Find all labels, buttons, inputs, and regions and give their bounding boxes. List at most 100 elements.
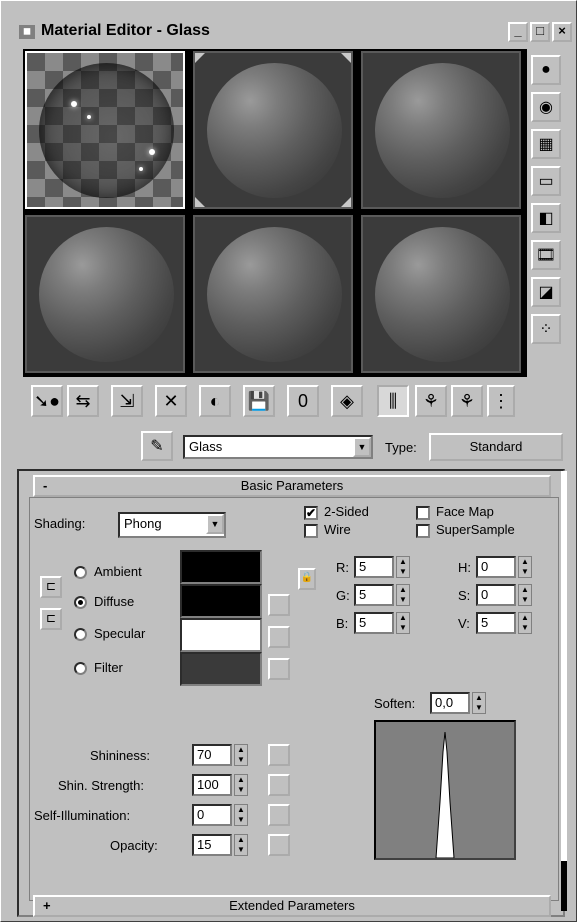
maximize-button[interactable]: □ [530,22,550,42]
title-bar[interactable]: ◼ Material Editor - Glass _ □ × [11,19,574,45]
highlight-curve-graph [435,731,455,859]
sample-slot-4[interactable] [25,215,185,373]
ambient-color-swatch[interactable] [180,550,262,584]
sphere-preview [207,227,342,362]
background-checker-icon[interactable]: ▦ [531,129,561,159]
panel-scrollbar-track[interactable] [561,471,567,911]
self-illumination-map-button[interactable] [268,804,290,826]
close-button[interactable]: × [552,22,572,42]
s-field[interactable]: 0 [476,584,516,606]
spinner-arrows-icon[interactable]: ▲ ▼ [234,744,248,766]
spinner-arrows-icon[interactable]: ▲ ▼ [396,584,410,606]
g-label: G: [336,588,350,603]
soften-label: Soften: [374,696,416,711]
spinner-arrows-icon[interactable]: ▲ ▼ [234,804,248,826]
make-copy-icon[interactable]: ◐ [199,385,231,417]
shading-value: Phong [124,516,162,531]
r-field[interactable]: 5 [354,556,394,578]
options-icon[interactable]: ◪ [531,277,561,307]
show-map-in-viewport-icon[interactable]: ◈ [331,385,363,417]
filter-color-swatch[interactable] [180,652,262,686]
shininess-field[interactable]: 70 [192,744,232,766]
sample-slots-grid [23,49,527,377]
lock-diffuse-specular-icon[interactable]: ⊏ [40,608,62,630]
backlight-icon[interactable]: ◉ [531,92,561,122]
rollout-title: Extended Parameters [229,898,355,913]
go-to-parent-icon[interactable]: ⚘ [415,385,447,417]
sample-slot-2[interactable] [193,51,353,209]
video-color-check-icon[interactable]: ◧ [531,203,561,233]
shin-strength-field[interactable]: 100 [192,774,232,796]
opacity-field[interactable]: 15 [192,834,232,856]
shininess-map-button[interactable] [268,744,290,766]
filter-map-button[interactable] [268,658,290,680]
minimize-button[interactable]: _ [508,22,528,42]
h-field[interactable]: 0 [476,556,516,578]
specular-label: Specular [94,626,146,641]
diffuse-radio[interactable] [74,596,87,609]
soften-field[interactable]: 0,0 [430,692,470,714]
chevron-down-icon[interactable]: ▼ [206,514,224,534]
material-editor-window: ◼ Material Editor - Glass _ □ × ● ◉ ▦ ▭ … [0,0,577,922]
two-sided-checkbox[interactable]: ✔ [304,506,318,520]
spinner-arrows-icon[interactable]: ▲ ▼ [518,612,532,634]
chevron-down-icon[interactable]: ▼ [353,437,371,457]
extended-parameters-rollout-header[interactable]: + Extended Parameters [33,895,551,917]
specular-map-button[interactable] [268,626,290,648]
spinner-arrows-icon[interactable]: ▲ ▼ [396,556,410,578]
panel-scrollbar-thumb[interactable] [561,861,567,911]
spinner-arrows-icon[interactable]: ▲ ▼ [518,556,532,578]
sample-slot-1[interactable] [25,51,185,209]
select-by-material-icon[interactable]: ⁘ [531,314,561,344]
spinner-arrows-icon[interactable]: ▲ ▼ [396,612,410,634]
highlight-spark [71,101,77,107]
material-type-button[interactable]: Standard [429,433,563,461]
g-field[interactable]: 5 [354,584,394,606]
specular-color-swatch[interactable] [180,618,262,652]
sample-slot-5[interactable] [193,215,353,373]
supersample-label: SuperSample [436,522,515,537]
spinner-arrows-icon[interactable]: ▲ ▼ [518,584,532,606]
basic-parameters-rollout-header[interactable]: - Basic Parameters [33,475,551,497]
opacity-map-button[interactable] [268,834,290,856]
supersample-checkbox[interactable] [416,524,430,538]
sample-type-sphere-icon[interactable]: ● [531,55,561,85]
b-field[interactable]: 5 [354,612,394,634]
wire-checkbox[interactable] [304,524,318,538]
go-forward-to-sibling-icon[interactable]: ⚘ [451,385,483,417]
material-name-value: Glass [189,439,223,454]
make-preview-icon[interactable]: 🎞 [531,240,561,270]
diffuse-color-swatch[interactable] [180,584,262,618]
ambient-radio[interactable] [74,566,87,579]
put-to-scene-icon[interactable]: ⇆ [67,385,99,417]
specular-radio[interactable] [74,628,87,641]
lock-ambient-diffuse-icon[interactable]: ⊏ [40,576,62,598]
highlight-spark [139,167,143,171]
sample-slot-6[interactable] [361,215,521,373]
reset-map-icon[interactable]: ✕ [155,385,187,417]
lock-icon[interactable]: 🔒 [298,568,316,590]
self-illumination-field[interactable]: 0 [192,804,232,826]
spinner-arrows-icon[interactable]: ▲ ▼ [472,692,486,714]
diffuse-map-button[interactable] [268,594,290,616]
basic-parameters-group: Shading: Phong ▼ ✔ 2-Sided Wire Face Map… [29,497,559,901]
shading-dropdown[interactable]: Phong ▼ [118,512,226,538]
assign-to-selection-icon[interactable]: ⇲ [111,385,143,417]
sphere-preview [207,63,342,198]
sample-slot-3[interactable] [361,51,521,209]
spinner-arrows-icon[interactable]: ▲ ▼ [234,774,248,796]
put-to-library-icon[interactable]: 💾 [243,385,275,417]
shin-strength-map-button[interactable] [268,774,290,796]
face-map-checkbox[interactable] [416,506,430,520]
show-end-result-icon[interactable]: ⫼ [377,385,409,417]
material-name-field[interactable]: Glass ▼ [183,435,373,459]
pick-material-eyedropper-icon[interactable]: ✎ [141,431,173,461]
app-icon: ◼ [19,25,35,39]
get-material-icon[interactable]: ➘● [31,385,63,417]
material-effects-channel-icon[interactable]: 0 [287,385,319,417]
filter-radio[interactable] [74,662,87,675]
sample-uv-tiling-icon[interactable]: ▭ [531,166,561,196]
spinner-arrows-icon[interactable]: ▲ ▼ [234,834,248,856]
v-field[interactable]: 5 [476,612,516,634]
material-map-navigator-icon[interactable]: ⋮ [487,385,515,417]
